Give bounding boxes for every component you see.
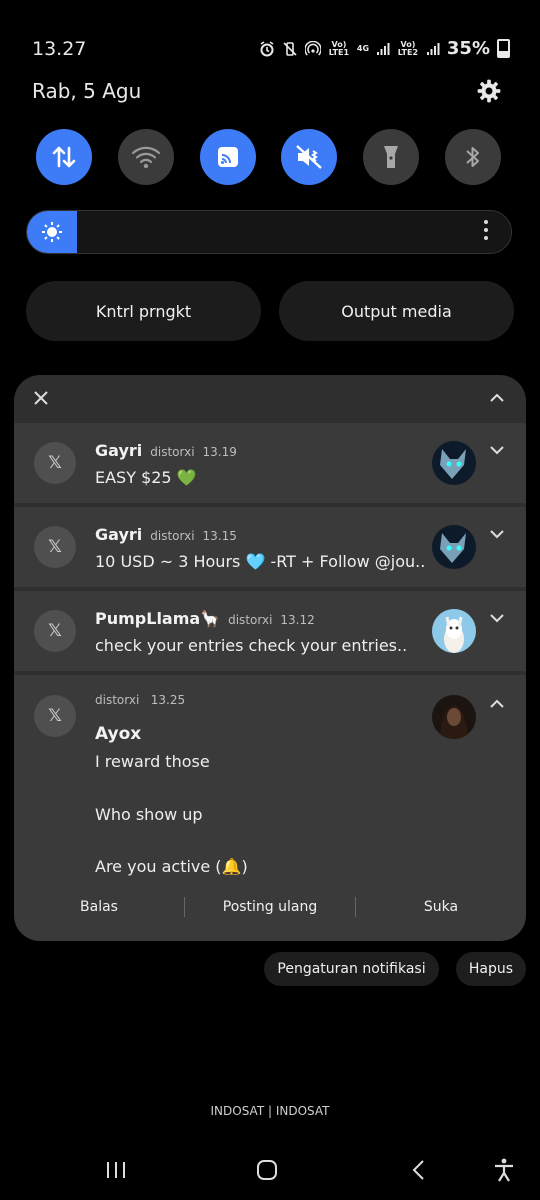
notification-line: Who show up xyxy=(95,805,203,824)
hotspot-icon xyxy=(304,40,321,56)
notification-item[interactable]: 𝕏 PumpLlama🦙 distorxi 13.12 check your ent… xyxy=(14,591,526,671)
home-button[interactable] xyxy=(247,1155,287,1185)
avatar xyxy=(432,525,476,569)
x-app-icon: 𝕏 xyxy=(34,526,76,568)
back-icon xyxy=(412,1160,424,1180)
media-output-button[interactable]: Output media xyxy=(279,281,514,341)
toggle-bluetooth[interactable] xyxy=(445,129,501,185)
date-label: Rab, 5 Agu xyxy=(32,79,142,103)
notification-time: 13.19 xyxy=(202,445,237,459)
sun-icon xyxy=(42,222,62,242)
reply-button[interactable]: Balas xyxy=(14,899,184,915)
notification-time: 13.12 xyxy=(280,613,315,627)
notification-time: 13.15 xyxy=(202,529,237,543)
repost-button[interactable]: Posting ulang xyxy=(185,899,355,915)
network-4g-label: 4G xyxy=(356,43,370,53)
notification-header: PumpLlama🦙 distorxi 13.12 xyxy=(95,609,315,628)
gear-icon[interactable] xyxy=(476,78,502,104)
notification-line: I reward those xyxy=(95,752,210,771)
brightness-fill xyxy=(27,211,77,253)
expand-chevron-icon[interactable] xyxy=(490,613,504,623)
sim2-label: Vo) LTE2 xyxy=(397,39,419,57)
notification-account: distorxi xyxy=(150,529,195,543)
notification-item[interactable]: 𝕏 Gayri distorxi 13.15 10 USD ~ 3 Hours 🩵 … xyxy=(14,507,526,587)
x-app-icon: 𝕏 xyxy=(34,695,76,737)
signal1-icon xyxy=(376,42,390,55)
recents-button[interactable] xyxy=(96,1155,136,1185)
toggle-wifi[interactable] xyxy=(118,129,174,185)
avatar xyxy=(432,441,476,485)
brightness-slider[interactable] xyxy=(26,210,512,254)
vibrate-mute-icon xyxy=(283,41,297,56)
home-icon xyxy=(257,1160,277,1180)
wifi-icon xyxy=(131,146,161,169)
battery-percent: 35% xyxy=(446,38,490,59)
notification-line: Are you active (🔔) xyxy=(95,857,248,876)
notification-account: distorxi xyxy=(228,613,273,627)
notification-header: Gayri distorxi 13.19 xyxy=(95,441,237,460)
flashlight-icon xyxy=(384,146,398,168)
toggle-flashlight[interactable] xyxy=(363,129,419,185)
x-app-icon: 𝕏 xyxy=(34,442,76,484)
mute-icon xyxy=(296,145,322,169)
battery-icon xyxy=(497,39,510,58)
toggle-cast[interactable] xyxy=(200,129,256,185)
carrier-label: INDOSAT | INDOSAT xyxy=(210,1104,330,1118)
notification-title: Ayox xyxy=(95,724,142,744)
accessibility-button[interactable] xyxy=(484,1155,524,1185)
alarm-icon xyxy=(260,40,274,56)
recents-icon xyxy=(107,1162,125,1178)
notification-account: distorxi xyxy=(95,693,140,707)
cast-icon xyxy=(218,147,238,167)
notification-header: distorxi 13.25 xyxy=(95,693,185,707)
expand-chevron-icon[interactable] xyxy=(490,445,504,455)
notification-header: Gayri distorxi 13.15 xyxy=(95,525,237,544)
clear-button[interactable]: Hapus xyxy=(456,952,526,986)
status-icons: Vo) LTE1 4G Vo) LTE2 35% xyxy=(259,38,510,59)
notification-item[interactable]: 𝕏 Gayri distorxi 13.19 EASY $25 💚 xyxy=(14,423,526,503)
data-arrows-icon xyxy=(52,146,76,168)
device-control-button[interactable]: Kntrl prngkt xyxy=(26,281,261,341)
notification-panel: X 𝕏 Gayri distorxi 13.19 EASY $25 💚 𝕏 Gayr… xyxy=(14,375,526,941)
status-time: 13.27 xyxy=(32,38,87,60)
toggle-mobile-data[interactable] xyxy=(36,129,92,185)
notification-body: 10 USD ~ 3 Hours 🩵 -RT + Follow @jou.. xyxy=(95,552,426,571)
x-logo-icon xyxy=(34,391,48,405)
notification-title: Gayri xyxy=(95,525,143,544)
back-button[interactable] xyxy=(399,1155,439,1185)
more-options-icon[interactable] xyxy=(483,220,489,240)
notification-time: 13.25 xyxy=(150,693,186,707)
panel-header: X xyxy=(14,375,526,423)
collapse-chevron-icon[interactable] xyxy=(490,393,504,403)
notification-body: EASY $25 💚 xyxy=(95,468,197,487)
notification-body: check your entries check your entries.. xyxy=(95,636,408,655)
notification-title: Gayri xyxy=(95,441,143,460)
x-app-icon: 𝕏 xyxy=(34,610,76,652)
notification-settings-button[interactable]: Pengaturan notifikasi xyxy=(264,952,439,986)
like-button[interactable]: Suka xyxy=(356,899,526,915)
expand-chevron-icon[interactable] xyxy=(490,529,504,539)
toggle-mute[interactable] xyxy=(281,129,337,185)
accessibility-icon xyxy=(495,1158,513,1182)
avatar xyxy=(432,609,476,653)
collapse-chevron-icon[interactable] xyxy=(490,699,504,709)
avatar xyxy=(432,695,476,739)
notification-title: PumpLlama🦙 xyxy=(95,609,221,628)
signal2-icon xyxy=(426,42,440,55)
sim1-label: Vo) LTE1 xyxy=(328,39,350,57)
bluetooth-icon xyxy=(466,147,479,167)
notification-account: distorxi xyxy=(150,445,195,459)
notification-actions: Balas Posting ulang Suka xyxy=(14,885,526,929)
